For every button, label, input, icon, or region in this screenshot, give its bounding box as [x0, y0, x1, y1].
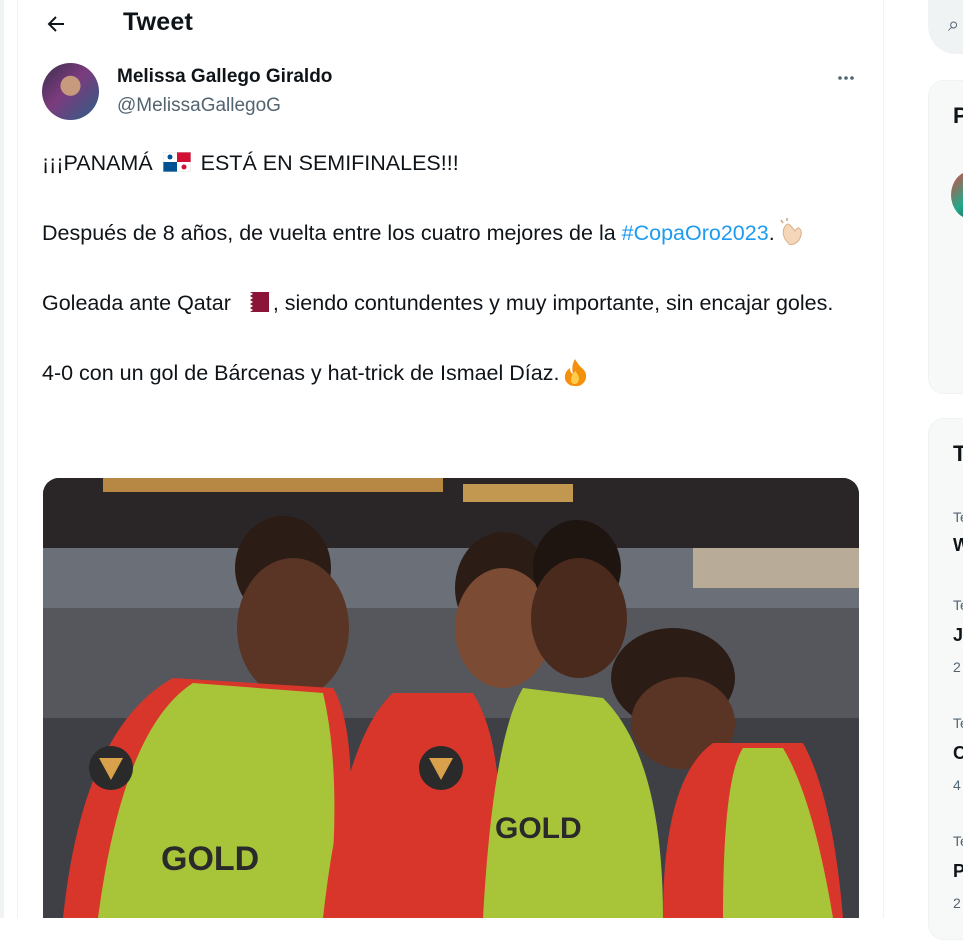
trend-title[interactable]: C	[953, 743, 963, 764]
trend-count: 2	[953, 659, 961, 675]
page-header: Tweet	[18, 0, 883, 48]
clapping-hands-icon	[780, 218, 802, 246]
tweet-text: ¡¡¡PANAMÁ ESTÁ EN SEMIFINALES!!! Después…	[42, 146, 842, 426]
panama-flag-icon	[162, 152, 191, 173]
trend-category: Te	[953, 597, 963, 613]
left-nav-edge	[0, 0, 4, 918]
tweet-line-4: 4-0 con un gol de Bárcenas y hat-trick d…	[42, 356, 842, 391]
trend-category: Te	[953, 509, 963, 525]
search-icon: ⌕	[948, 14, 960, 36]
gold-cup-print-2: GOLD	[495, 812, 582, 845]
card-heading: P	[953, 103, 963, 128]
trend-count: 4	[953, 777, 961, 793]
more-options-button[interactable]	[830, 62, 862, 94]
trends-card: T Te W Te Ju 2 Te C 4 Te P 2	[928, 418, 963, 940]
trend-title[interactable]: Ju	[953, 625, 963, 646]
tweet-photo[interactable]: GOLD GOLD	[43, 478, 859, 918]
right-sidebar: ⌕ P T Te W Te Ju 2 Te C 4 Te P 2	[890, 0, 963, 940]
tweet-line-1: ¡¡¡PANAMÁ ESTÁ EN SEMIFINALES!!!	[42, 151, 459, 175]
who-to-follow-card: P	[928, 80, 963, 394]
players-celebration-image: GOLD GOLD	[43, 478, 859, 918]
gold-cup-print-1: GOLD	[161, 840, 259, 878]
arrow-left-icon	[47, 16, 64, 32]
hashtag-link[interactable]: #CopaOro2023	[622, 221, 769, 245]
trend-title[interactable]: P	[953, 861, 963, 882]
card-heading: T	[953, 441, 963, 466]
qatar-flag-icon	[240, 292, 269, 313]
back-button[interactable]	[38, 6, 74, 42]
author-avatar[interactable]	[42, 63, 99, 120]
tweet-line-2: Después de 8 años, de vuelta entre los c…	[42, 216, 842, 251]
search-input[interactable]: ⌕	[928, 0, 963, 54]
tweet-column: Tweet Melissa Gallego Giraldo @MelissaGa…	[17, 0, 884, 918]
fire-icon	[565, 359, 587, 387]
trend-category: Te	[953, 715, 963, 731]
tweet-line-3: Goleada ante Qatar , siendo contundentes…	[42, 291, 834, 315]
trend-count: 2	[953, 895, 961, 911]
trend-title[interactable]: W	[953, 535, 963, 556]
author-handle[interactable]: @MelissaGallegoG	[117, 95, 281, 117]
author-name[interactable]: Melissa Gallego Giraldo	[117, 66, 332, 88]
page-title: Tweet	[123, 8, 193, 36]
suggested-avatar[interactable]	[951, 171, 963, 219]
more-icon	[838, 76, 854, 80]
trend-category: Te	[953, 833, 963, 849]
